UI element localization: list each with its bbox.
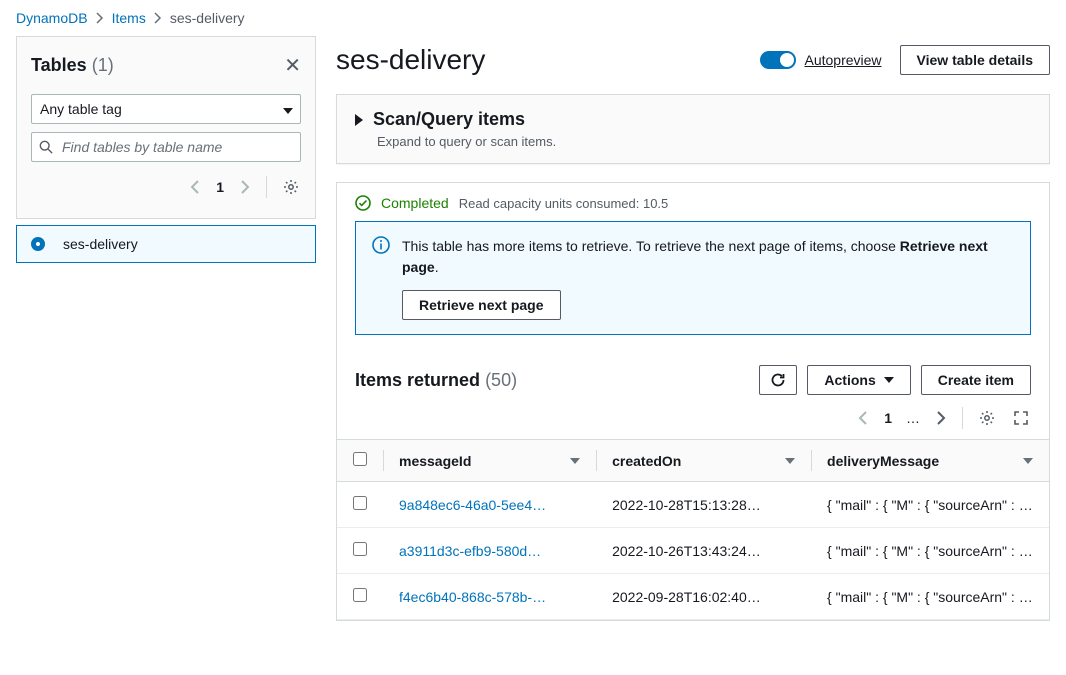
- scan-query-panel[interactable]: Scan/Query items Expand to query or scan…: [336, 94, 1050, 164]
- close-icon[interactable]: ✕: [284, 53, 301, 78]
- breadcrumb-items[interactable]: Items: [112, 10, 146, 26]
- table-row: a3911d3c-efb9-580d… 2022-10-26T13:43:24……: [337, 528, 1049, 574]
- breadcrumb: DynamoDB Items ses-delivery: [0, 0, 1066, 36]
- chevron-right-icon: [96, 12, 104, 24]
- delivery-message-cell: { "mail" : { "M" : { "sourceArn" : { "S"…: [811, 482, 1049, 528]
- breadcrumb-current: ses-delivery: [170, 10, 245, 26]
- table-item-ses-delivery[interactable]: ses-delivery: [16, 225, 316, 263]
- page-number: 1: [216, 179, 224, 195]
- expand-icon: [355, 114, 363, 126]
- chevron-right-icon: [154, 12, 162, 24]
- col-delivery-message[interactable]: deliveryMessage: [827, 453, 939, 469]
- sidebar: Tables (1) ✕ Any table tag 1 s: [16, 36, 316, 639]
- status-meta: Read capacity units consumed: 10.5: [459, 196, 669, 211]
- page-title: ses-delivery: [336, 44, 485, 76]
- check-circle-icon: [355, 195, 371, 211]
- sidebar-title: Tables (1): [31, 55, 114, 76]
- view-table-details-button[interactable]: View table details: [900, 45, 1050, 75]
- row-checkbox[interactable]: [353, 496, 367, 510]
- items-returned-title: Items returned (50): [355, 370, 517, 391]
- radio-selected-icon: [31, 237, 45, 251]
- search-icon: [39, 140, 53, 154]
- delivery-message-cell: { "mail" : { "M" : { "sourceArn" : { "S"…: [811, 528, 1049, 574]
- info-text: This table has more items to retrieve. T…: [402, 236, 1014, 278]
- table-search-input[interactable]: [31, 132, 301, 162]
- filter-icon[interactable]: [785, 458, 795, 464]
- refresh-button[interactable]: [759, 365, 797, 395]
- table-row: 9a848ec6-46a0-5ee4… 2022-10-28T15:13:28……: [337, 482, 1049, 528]
- main: ses-delivery Autopreview View table deta…: [336, 36, 1050, 639]
- row-checkbox[interactable]: [353, 588, 367, 602]
- status-label: Completed: [381, 195, 449, 211]
- scan-query-title: Scan/Query items: [373, 109, 525, 130]
- created-on-cell: 2022-09-28T16:02:40…: [596, 574, 811, 620]
- create-item-button[interactable]: Create item: [921, 365, 1031, 395]
- autopreview-toggle[interactable]: Autopreview: [760, 51, 881, 69]
- created-on-cell: 2022-10-28T15:13:28…: [596, 482, 811, 528]
- created-on-cell: 2022-10-26T13:43:24…: [596, 528, 811, 574]
- fullscreen-icon[interactable]: [1011, 408, 1031, 428]
- actions-dropdown[interactable]: Actions: [807, 365, 910, 395]
- filter-icon[interactable]: [570, 458, 580, 464]
- row-checkbox[interactable]: [353, 542, 367, 556]
- scan-query-subtitle: Expand to query or scan items.: [377, 134, 1031, 149]
- table-tag-select[interactable]: Any table tag: [31, 94, 301, 124]
- table-item-label: ses-delivery: [63, 236, 138, 252]
- retrieve-next-page-button[interactable]: Retrieve next page: [402, 290, 561, 320]
- gear-icon[interactable]: [281, 177, 301, 197]
- message-id-link[interactable]: f4ec6b40-868c-578b-…: [383, 574, 596, 620]
- prev-page-button[interactable]: [188, 178, 202, 196]
- pager-ellipsis: …: [906, 410, 920, 426]
- message-id-link[interactable]: 9a848ec6-46a0-5ee4…: [383, 482, 596, 528]
- table-row: f4ec6b40-868c-578b-… 2022-09-28T16:02:40…: [337, 574, 1049, 620]
- delivery-message-cell: { "mail" : { "M" : { "sourceArn" : { "S"…: [811, 574, 1049, 620]
- next-page-button[interactable]: [238, 178, 252, 196]
- message-id-link[interactable]: a3911d3c-efb9-580d…: [383, 528, 596, 574]
- select-all-checkbox[interactable]: [353, 452, 367, 466]
- filter-icon[interactable]: [1023, 458, 1033, 464]
- items-table: messageId createdOn deliveryMessage 9a84…: [337, 439, 1049, 620]
- results-panel: Completed Read capacity units consumed: …: [336, 182, 1050, 621]
- items-prev-button[interactable]: [856, 409, 870, 427]
- info-box: This table has more items to retrieve. T…: [355, 221, 1031, 335]
- breadcrumb-root[interactable]: DynamoDB: [16, 10, 88, 26]
- items-page-number: 1: [884, 410, 892, 426]
- items-next-button[interactable]: [934, 409, 948, 427]
- col-created-on[interactable]: createdOn: [612, 453, 681, 469]
- info-icon: [372, 236, 390, 320]
- gear-icon[interactable]: [977, 408, 997, 428]
- col-message-id[interactable]: messageId: [399, 453, 471, 469]
